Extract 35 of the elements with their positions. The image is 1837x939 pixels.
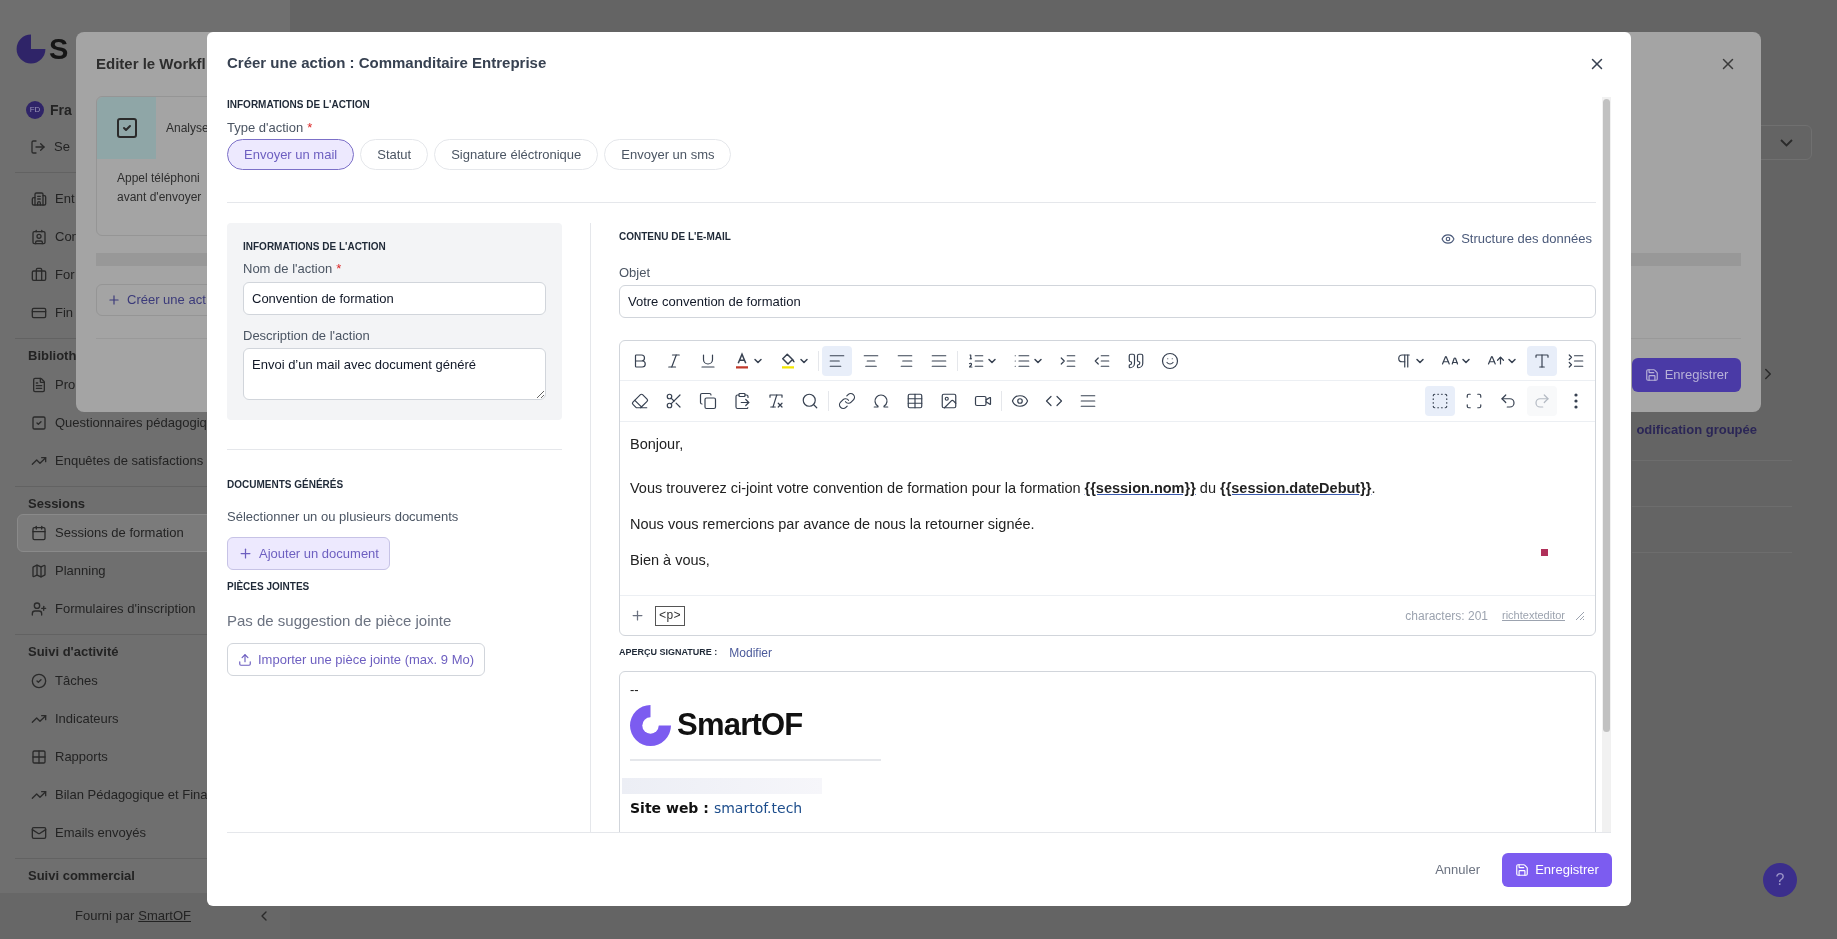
section-title: CONTENU DE L'E-MAIL <box>619 229 731 244</box>
section-heading: Suivi commercial <box>28 867 135 886</box>
website-label: Site web : <box>630 798 709 818</box>
required-mark: * <box>307 120 313 136</box>
dialog-title: Editer le Workfl <box>96 53 206 74</box>
section-heading: Suivi d'activité <box>28 643 119 662</box>
signature-separator: -- <box>630 682 640 698</box>
user-name: Fra <box>50 100 72 120</box>
section-title: PIÈCES JOINTES <box>227 580 311 593</box>
logo-text: S <box>49 33 69 65</box>
step-description: Appel téléphoni <box>117 170 201 187</box>
required-mark: * <box>336 261 342 277</box>
avatar: FD <box>26 101 44 119</box>
step-description: avant d'envoyer <box>117 189 203 206</box>
section-heading: Biblioth <box>28 347 77 366</box>
footer-text: Fourni par <box>75 907 135 926</box>
character-count: characters: 201 <box>1405 607 1488 625</box>
section-heading: Sessions <box>28 495 86 514</box>
step-title: Analyse <box>166 120 209 137</box>
email-paragraph: Bonjour, <box>630 435 684 453</box>
section-title: APERÇU SIGNATURE : <box>619 646 718 660</box>
dialog-title: Créer une action : Commanditaire Entreprise <box>227 53 547 74</box>
card-title: INFORMATIONS DE L'ACTION <box>243 240 387 253</box>
field-label: Objet <box>619 265 652 281</box>
email-paragraph: Bien à vous, <box>630 551 710 569</box>
field-label: Type d'action <box>227 120 304 136</box>
email-paragraph: Nous vous remercions par avance de nous la retourner signée. <box>630 515 1035 533</box>
logo-text: SmartOF <box>677 706 803 744</box>
email-paragraph: Vous trouverez ci-joint votre convention de formation pour la formation {{session.nom}} du {{session.dateDebut}}. <box>630 479 1376 497</box>
field-label: Nom de l'action <box>243 261 333 277</box>
section-title: DOCUMENTS GÉNÉRÉS <box>227 478 345 491</box>
section-title: INFORMATIONS DE L'ACTION <box>227 98 371 111</box>
field-label: Description de l'action <box>243 328 371 344</box>
column-header: odification groupée <box>1636 421 1757 439</box>
empty-text: Pas de suggestion de pièce jointe <box>227 611 453 631</box>
